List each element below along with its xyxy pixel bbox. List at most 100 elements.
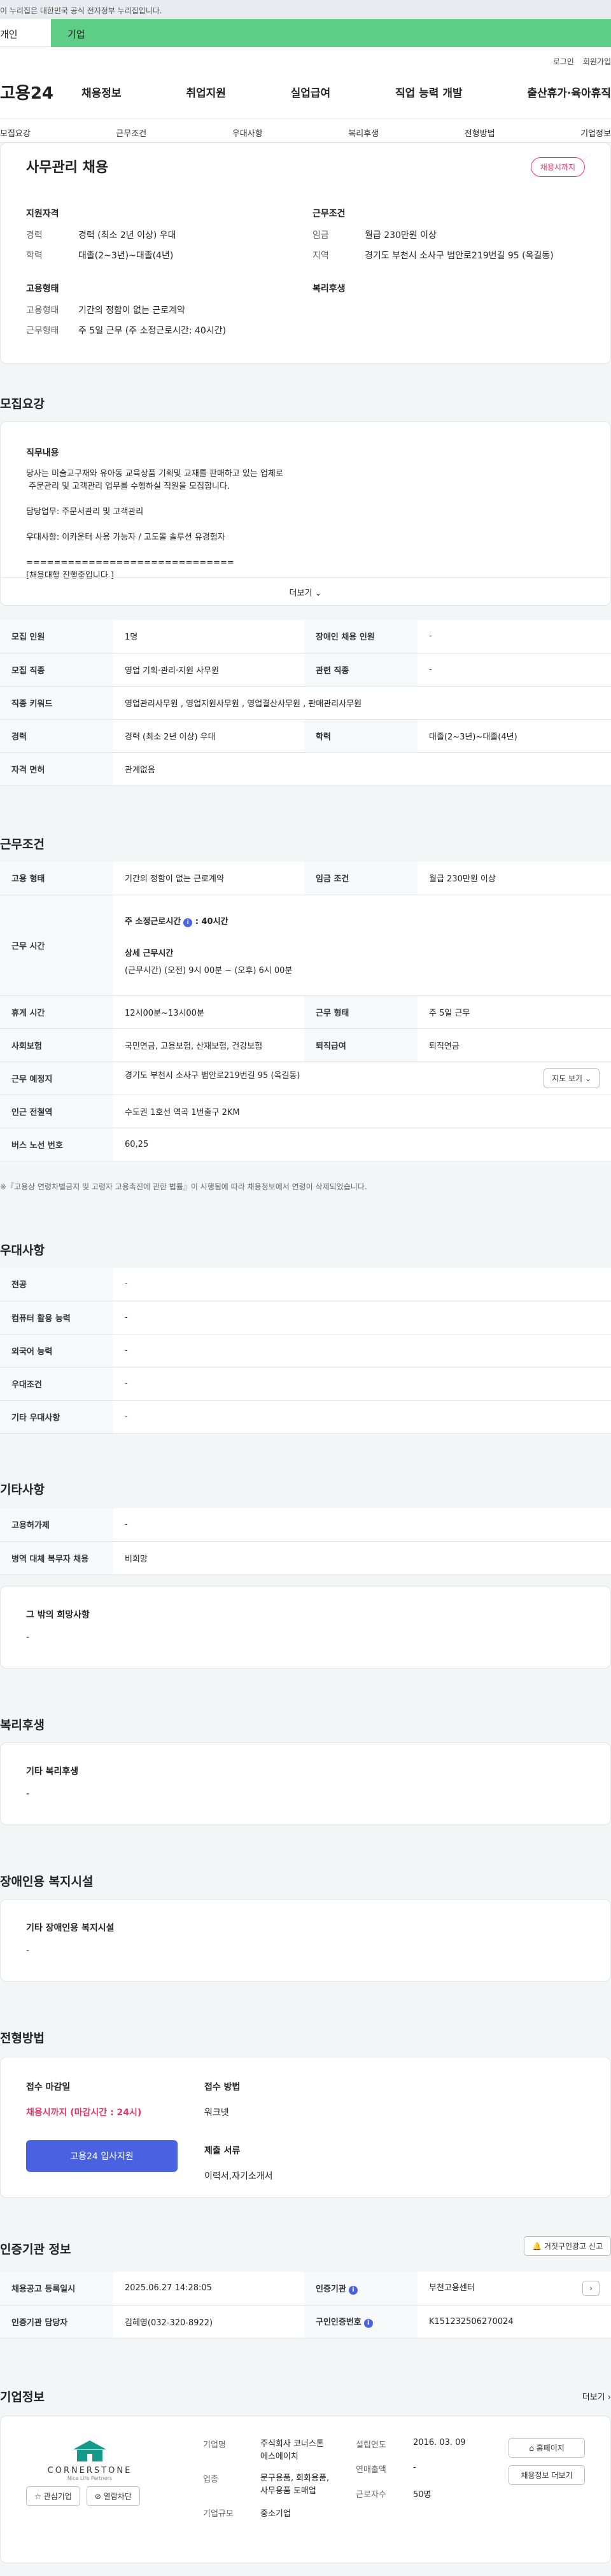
table-key: 전공 xyxy=(0,1268,113,1301)
table-row: 근무 시간 주 소정근로시간 i : 40시간 상세 근무시간 (근무시간) (오… xyxy=(0,895,611,996)
company-more-link[interactable]: 더보기 › xyxy=(582,2390,611,2402)
company-row: 설립연도 2016. 03. 09 xyxy=(356,2438,496,2450)
section-subnav: 모집요강 근무조건 우대사항 복리후생 전형방법 기업정보 xyxy=(0,118,611,143)
table-value: 관계없음 xyxy=(113,752,611,786)
disability-label: 기타 장애인용 복지시설 xyxy=(26,1923,115,1933)
company-row: 업종 문구용품, 회화용품, 사무용품 도매업 xyxy=(203,2472,356,2498)
company-actions: ☆ 관심기업 ⊘ 열람차단 xyxy=(26,2486,140,2506)
table-row: 자격 면허 관계없음 xyxy=(0,752,611,786)
apply-button[interactable]: 고용24 입사지원 xyxy=(26,2140,178,2172)
table-row: 버스 노선 번호 60,25 xyxy=(0,1128,611,1161)
table-key: 학력 xyxy=(304,719,418,753)
company-industry-value: 문구용품, 회화용품, 사무용품 도매업 xyxy=(260,2474,330,2496)
subnav-preference[interactable]: 우대사항 xyxy=(232,127,263,143)
homepage-button[interactable]: ⌂ 홈페이지 xyxy=(509,2438,585,2458)
cert-org-value: 부천고용센터 xyxy=(429,2283,475,2293)
table-key: 자격 면허 xyxy=(0,752,113,786)
table-value: 영업관리사무원 , 영업지원사무원 , 영업결산사무원 , 판매관리사무원 xyxy=(113,686,611,720)
disability-section-title: 장애인용 복지시설 xyxy=(0,1875,94,1889)
welfare-value: - xyxy=(26,1789,30,1799)
table-row: 전공 - xyxy=(0,1268,611,1301)
docs-label: 제출 서류 xyxy=(204,2146,241,2156)
block-view-button[interactable]: ⊘ 열람차단 xyxy=(86,2486,140,2506)
company-row: 기업명 주식회사 코너스톤에스에이치 xyxy=(203,2438,356,2463)
table-row: 근무 예정지 경기도 부천시 소사구 범안로219번길 95 (옥길동) 지도 … xyxy=(0,1061,611,1095)
gnb-item-parental-leave[interactable]: 출산휴가·육아휴직 xyxy=(527,84,611,100)
table-value: 영업 기획·관리·지원 사무원 xyxy=(113,653,304,687)
process-card: 접수 마감일 채용시까지 (마감시간 : 24시) 고용24 입사지원 접수 방… xyxy=(0,2057,611,2198)
login-link[interactable]: 로그인 xyxy=(553,56,574,67)
site-header: 로그인 회원가입 고용24 채용정보 취업지원 실업급여 직업 능력 개발 출산… xyxy=(0,47,611,143)
info-icon[interactable]: i xyxy=(348,2285,358,2295)
table-row: 외국어 능력 - xyxy=(0,1334,611,1368)
subnav-recruit[interactable]: 모집요강 xyxy=(0,127,31,143)
career-key: 경력 xyxy=(26,230,43,241)
subnav-process[interactable]: 전형방법 xyxy=(465,127,495,143)
global-nav: 고용24 채용정보 취업지원 실업급여 직업 능력 개발 출산휴가·육아휴직 xyxy=(0,80,611,104)
site-logo[interactable]: 고용24 xyxy=(0,80,81,104)
subnav-company[interactable]: 기업정보 xyxy=(580,127,611,143)
company-size-value: 중소기업 xyxy=(260,2509,291,2519)
info-icon[interactable]: i xyxy=(363,2319,373,2328)
map-view-label: 지도 보기 xyxy=(552,1074,583,1083)
education-key: 학력 xyxy=(26,251,43,261)
summary-row: 경력 경력 (최소 2년 이상) 우대 xyxy=(26,228,313,241)
more-jobs-button[interactable]: 채용정보 더보기 xyxy=(509,2465,585,2485)
table-row: 병역 대체 복무자 채용 비희망 xyxy=(0,1541,611,1575)
summary-row: 고용형태 기간의 정함이 없는 근로계약 xyxy=(26,304,313,316)
table-value: 김혜영(032-320-8922) xyxy=(113,2305,304,2339)
welfare-heading: 복리후생 xyxy=(313,284,346,294)
company-links: ⌂ 홈페이지 채용정보 더보기 xyxy=(509,2438,585,2485)
table-value: - xyxy=(113,1508,611,1542)
gnb-item-employment-support[interactable]: 취업지원 xyxy=(186,84,226,100)
subnav-work[interactable]: 근무조건 xyxy=(116,127,146,143)
subnav-welfare[interactable]: 복리후생 xyxy=(348,127,379,143)
job-title: 사무관리 채용 xyxy=(26,160,109,176)
welfare-section-title: 복리후생 xyxy=(0,1718,45,1732)
table-row: 고용허가제 - xyxy=(0,1508,611,1542)
gnb-item-vocational-training[interactable]: 직업 능력 개발 xyxy=(395,84,463,100)
util-links: 로그인 회원가입 xyxy=(553,56,611,67)
user-type-tabs: 개인 기업 xyxy=(0,19,611,47)
company-logo: CORNERSTONE Nice Life Partners xyxy=(26,2439,153,2481)
info-icon[interactable]: i xyxy=(183,918,193,927)
company-size-key: 기업규모 xyxy=(203,2509,234,2519)
table-row: 모집 직종 영업 기획·관리·지원 사무원 관련 직종 - xyxy=(0,653,611,687)
table-key: 휴게 시간 xyxy=(0,995,113,1029)
table-value: - xyxy=(113,1400,611,1434)
join-link[interactable]: 회원가입 xyxy=(583,56,611,67)
table-key: 병역 대체 복무자 채용 xyxy=(0,1541,113,1575)
house-logo-icon xyxy=(73,2440,106,2461)
table-row: 인증기관 담당자 김혜영(032-320-8922) 구인인증번호 i K15123… xyxy=(0,2305,611,2339)
etc-section-title: 기타사항 xyxy=(0,1483,45,1497)
other-wishes-card: 그 밖의 희망사항 - xyxy=(0,1586,611,1669)
disability-card: 기타 장애인용 복지시설 - xyxy=(0,1899,611,1982)
gnb-item-jobs[interactable]: 채용정보 xyxy=(81,84,122,100)
map-view-button[interactable]: 지도 보기 ⌄ xyxy=(544,1068,600,1088)
conditions-heading: 근무조건 xyxy=(313,209,346,219)
method-label: 접수 방법 xyxy=(204,2082,241,2092)
cert-num-key: 구인인증번호 i xyxy=(304,2305,418,2339)
table-value: - xyxy=(113,1367,611,1401)
table-value: 주 5일 근무 xyxy=(418,995,611,1029)
table-key: 근무 형태 xyxy=(304,995,418,1029)
interest-company-button[interactable]: ☆ 관심기업 xyxy=(26,2486,80,2506)
duty-more-button[interactable]: 더보기 ⌄ xyxy=(1,577,610,605)
table-row: 인근 전철역 수도권 1호선 역곡 1번출구 2KM xyxy=(0,1095,611,1128)
company-logo-subtext: Nice Life Partners xyxy=(67,2475,113,2481)
report-fake-ad-button[interactable]: 🔔 거짓구인광고 신고 xyxy=(524,2236,611,2256)
region-key: 지역 xyxy=(313,251,329,261)
block-view-label: 열람차단 xyxy=(103,2492,132,2501)
table-key: 임금 조건 xyxy=(304,862,418,895)
pref-section-title: 우대사항 xyxy=(0,1243,45,1257)
table-value: 2025.06.27 14:28:05 xyxy=(113,2272,304,2306)
region-value: 경기도 부천시 소사구 범안로219번길 95 (옥길동) xyxy=(365,251,554,261)
tab-corporate[interactable]: 기업 xyxy=(51,19,611,47)
tab-personal[interactable]: 개인 xyxy=(0,19,51,47)
gnb-item-unemployment-benefit[interactable]: 실업급여 xyxy=(291,84,331,100)
gnb-menu: 채용정보 취업지원 실업급여 직업 능력 개발 출산휴가·육아휴직 xyxy=(81,84,611,100)
table-row: 컴퓨터 활용 능력 - xyxy=(0,1301,611,1334)
star-icon: ☆ xyxy=(34,2492,41,2501)
cert-org-arrow-button[interactable]: › xyxy=(582,2280,600,2296)
table-key: 인근 전철역 xyxy=(0,1095,113,1128)
